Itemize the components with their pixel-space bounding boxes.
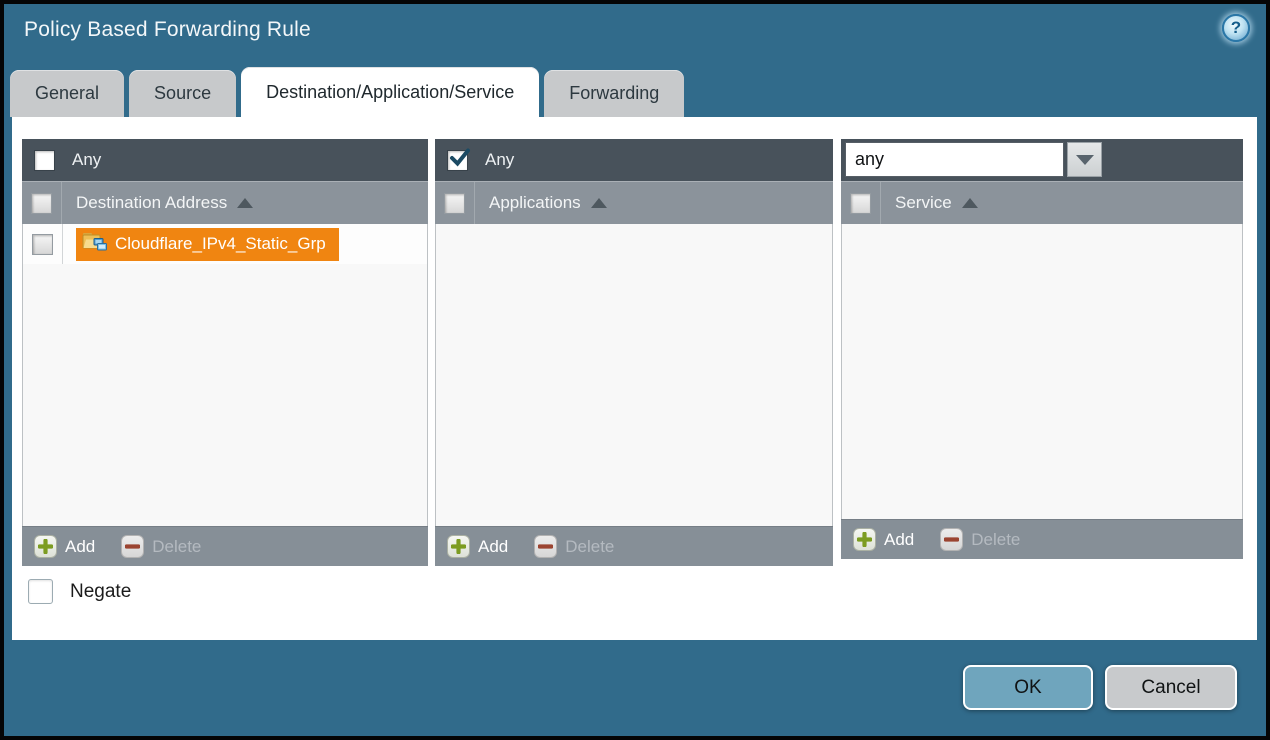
destination-any-bar: Any [22,139,428,181]
applications-any-bar: Any [435,139,833,181]
dialog-title: Policy Based Forwarding Rule [24,18,311,42]
service-dropdown-bar: any [841,139,1243,181]
destination-select-all-checkbox[interactable] [31,193,52,214]
row-checkbox[interactable] [32,234,53,255]
service-footer-bar: Add Delete [841,519,1243,559]
address-group-item[interactable]: Cloudflare_IPv4_Static_Grp [76,228,339,261]
applications-list [435,224,833,526]
delete-minus-icon [534,535,557,558]
service-select-all-checkbox[interactable] [850,193,871,214]
negate-checkbox[interactable] [28,579,53,604]
applications-column: Any Applications Add [435,139,833,566]
applications-delete-button[interactable]: Delete [534,535,614,558]
destination-address-header-row: Destination Address [22,181,428,224]
destination-add-button[interactable]: Add [34,535,95,558]
tab-bar: General Source Destination/Application/S… [10,67,684,117]
tab-content-panel: Any Destination Address [12,117,1257,640]
address-group-name: Cloudflare_IPv4_Static_Grp [115,234,326,254]
negate-option: Negate [28,579,131,604]
destination-footer-bar: Add Delete [22,526,428,566]
negate-label: Negate [70,581,131,603]
tab-forwarding[interactable]: Forwarding [544,70,684,117]
chevron-down-icon [1076,155,1094,165]
dropdown-button[interactable] [1067,142,1102,177]
destination-any-label: Any [72,150,101,170]
address-group-icon [82,231,107,257]
destination-address-column-header[interactable]: Destination Address [76,182,253,224]
cancel-button[interactable]: Cancel [1105,665,1237,710]
add-plus-icon [34,535,57,558]
service-column: any Service Add [841,139,1243,559]
applications-any-checkbox[interactable] [447,150,468,171]
service-add-button[interactable]: Add [853,528,914,551]
sort-ascending-icon [962,198,978,208]
ok-button[interactable]: OK [963,665,1093,710]
applications-any-label: Any [485,150,514,170]
applications-footer-bar: Add Delete [435,526,833,566]
delete-minus-icon [121,535,144,558]
table-row: Cloudflare_IPv4_Static_Grp [23,224,427,264]
applications-header-row: Applications [435,181,833,224]
service-type-value[interactable]: any [845,142,1064,177]
policy-based-forwarding-dialog: Policy Based Forwarding Rule ? General S… [0,0,1270,740]
service-type-dropdown[interactable]: any [845,142,1102,177]
sort-ascending-icon [237,198,253,208]
destination-delete-button[interactable]: Delete [121,535,201,558]
service-column-header[interactable]: Service [895,182,978,224]
applications-add-button[interactable]: Add [447,535,508,558]
service-delete-button[interactable]: Delete [940,528,1020,551]
service-list [841,224,1243,519]
tab-source[interactable]: Source [129,70,236,117]
service-header-row: Service [841,181,1243,224]
tab-general[interactable]: General [10,70,124,117]
destination-address-column: Any Destination Address [22,139,428,566]
destination-any-checkbox[interactable] [34,150,55,171]
add-plus-icon [447,535,470,558]
applications-column-header[interactable]: Applications [489,182,607,224]
add-plus-icon [853,528,876,551]
destination-address-list: Cloudflare_IPv4_Static_Grp [22,224,428,526]
help-icon[interactable]: ? [1222,14,1250,42]
delete-minus-icon [940,528,963,551]
applications-select-all-checkbox[interactable] [444,193,465,214]
tab-destination-application-service[interactable]: Destination/Application/Service [241,67,539,117]
sort-ascending-icon [591,198,607,208]
